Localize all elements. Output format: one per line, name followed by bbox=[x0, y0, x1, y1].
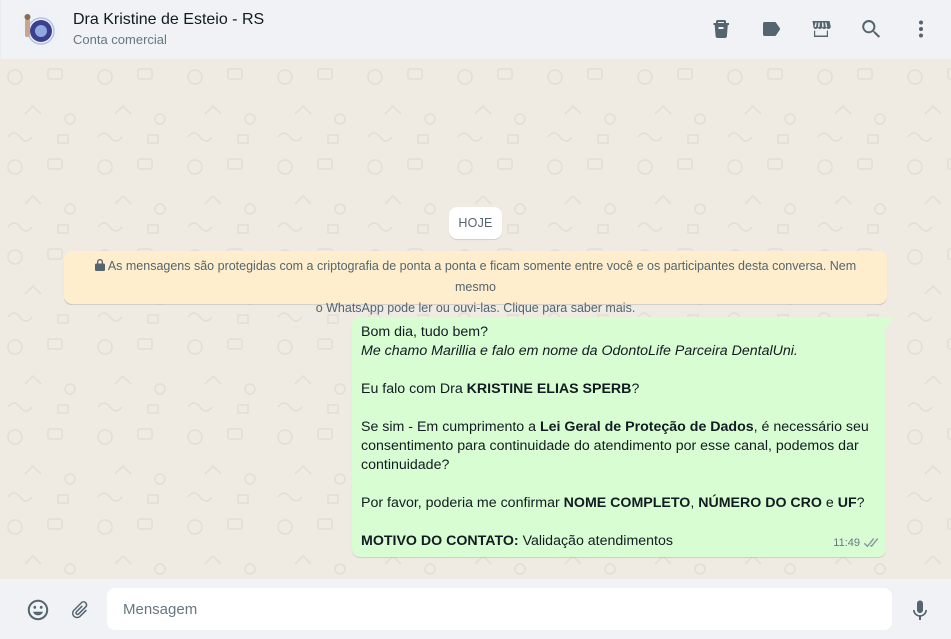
attach-icon[interactable] bbox=[66, 597, 92, 623]
double-check-icon bbox=[863, 538, 879, 548]
contact-info[interactable]: Dra Kristine de Esteio - RS Conta comerc… bbox=[73, 9, 264, 50]
menu-icon[interactable] bbox=[908, 16, 934, 42]
catalog-store-icon[interactable] bbox=[808, 16, 834, 42]
encryption-notice-line2: o WhatsApp pode ler ou ouvi-las. Clique … bbox=[315, 301, 636, 315]
message-tail bbox=[885, 317, 894, 330]
message-reason: MOTIVO DO CONTATO: Validação atendimento… bbox=[361, 533, 673, 549]
emoji-icon[interactable] bbox=[25, 597, 51, 623]
outgoing-message[interactable]: Bom dia, tudo bem? Me chamo Marillia e f… bbox=[352, 317, 886, 557]
contact-name: Dra Kristine de Esteio - RS bbox=[73, 11, 265, 28]
message-question: Eu falo com Dra KRISTINE ELIAS SPERB? bbox=[361, 381, 640, 397]
message-lgpd: Se sim - Em cumprimento a Lei Geral de P… bbox=[361, 419, 869, 473]
date-separator: HOJE bbox=[449, 207, 502, 239]
message-time: 11:49 bbox=[833, 537, 860, 549]
search-icon[interactable] bbox=[858, 16, 884, 42]
chat-area[interactable]: HOJE As mensagens são protegidas com a c… bbox=[0, 59, 951, 579]
encryption-notice-line1: As mensagens são protegidas com a cripto… bbox=[107, 259, 857, 294]
compose-bar bbox=[0, 579, 951, 639]
message-meta: 11:49 bbox=[833, 534, 879, 553]
encryption-notice[interactable]: As mensagens são protegidas com a cripto… bbox=[64, 251, 887, 315]
lock-icon bbox=[94, 257, 105, 271]
contact-subtitle: Conta comercial bbox=[73, 32, 167, 47]
label-icon[interactable] bbox=[758, 16, 784, 42]
chat-header: Dra Kristine de Esteio - RS Conta comerc… bbox=[0, 0, 951, 59]
trash-icon[interactable] bbox=[708, 16, 734, 42]
contact-avatar[interactable] bbox=[19, 9, 59, 49]
message-input[interactable] bbox=[107, 588, 892, 630]
message-confirm-request: Por favor, poderia me confirmar NOME COM… bbox=[361, 495, 865, 511]
microphone-icon[interactable] bbox=[907, 597, 933, 623]
message-greeting: Bom dia, tudo bem? bbox=[361, 324, 488, 340]
message-intro: Me chamo Marillia e falo em nome da Odon… bbox=[361, 343, 798, 359]
